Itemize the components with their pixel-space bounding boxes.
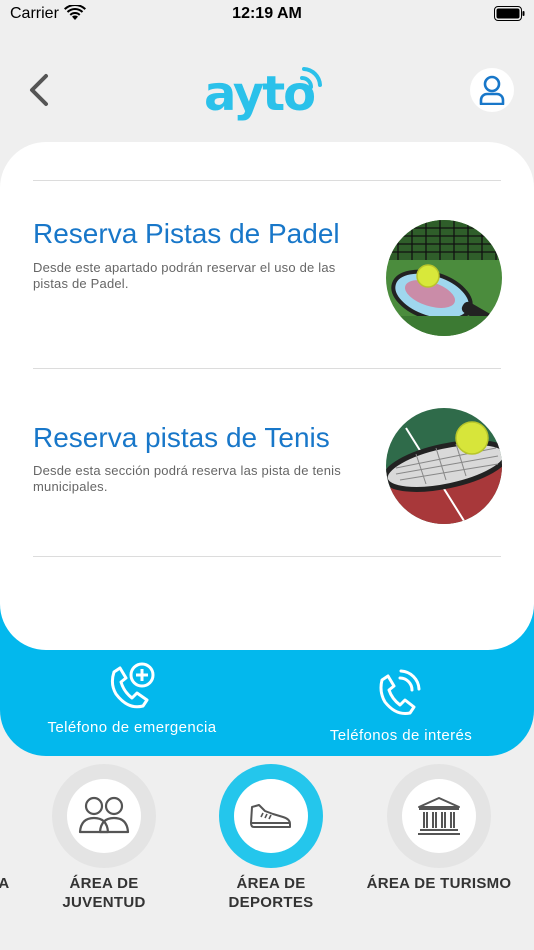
- divider: [33, 180, 501, 181]
- item-description: Desde esta sección podrá reserva las pis…: [33, 463, 341, 494]
- app-header: ayto: [0, 50, 534, 140]
- user-icon: [479, 75, 505, 105]
- back-button[interactable]: [26, 68, 56, 112]
- padel-image: [386, 220, 502, 336]
- app-screen: Carrier 12:19 AM ayto Reserva Pistas de …: [0, 0, 534, 950]
- chevron-left-icon: [30, 74, 48, 106]
- museum-icon: [418, 797, 460, 835]
- category-partial[interactable]: A: [0, 872, 12, 894]
- emergency-phone-button[interactable]: Teléfono de emergencia: [40, 662, 224, 736]
- people-icon: [78, 796, 130, 834]
- category-label: A: [0, 875, 10, 892]
- battery-icon: [494, 6, 525, 21]
- divider: [33, 556, 501, 557]
- list-item-padel[interactable]: Reserva Pistas de Padel Desde este apart…: [33, 218, 502, 338]
- emergency-phone-label: Teléfono de emergencia: [47, 719, 217, 736]
- clock: 12:19 AM: [232, 5, 302, 22]
- logo-text: ayto: [204, 66, 314, 122]
- item-description: Desde este apartado podrán reservar el u…: [33, 260, 336, 291]
- profile-button[interactable]: [470, 68, 514, 112]
- tennis-image: [386, 408, 502, 524]
- services-card: Reserva Pistas de Padel Desde este apart…: [0, 142, 534, 650]
- category-circle: [52, 764, 156, 868]
- category-circle-active: [219, 764, 323, 868]
- interest-phones-label: Teléfonos de interés: [329, 727, 473, 744]
- status-bar: Carrier 12:19 AM: [0, 0, 534, 30]
- category-label: ÁREA DE DEPORTES: [228, 875, 314, 911]
- category-turismo[interactable]: ÁREA DE TURISMO: [362, 764, 516, 924]
- category-juventud[interactable]: ÁREA DE JUVENTUD: [50, 764, 158, 924]
- phone-plus-icon: [110, 662, 155, 709]
- divider: [33, 368, 501, 369]
- sneaker-icon: [250, 804, 291, 828]
- app-logo: ayto: [202, 60, 332, 124]
- item-title: Reserva Pistas de Padel: [33, 218, 340, 249]
- interest-phones-button[interactable]: Teléfonos de interés: [318, 666, 484, 744]
- category-label: ÁREA DE TURISMO: [366, 875, 512, 892]
- phone-ringing-icon: [379, 669, 421, 715]
- category-deportes[interactable]: ÁREA DE DEPORTES: [216, 764, 326, 924]
- category-label: ÁREA DE JUVENTUD: [62, 875, 146, 911]
- category-circle: [387, 764, 491, 868]
- list-item-tenis[interactable]: Reserva pistas de Tenis Desde esta secci…: [33, 408, 502, 528]
- item-title: Reserva pistas de Tenis: [33, 422, 330, 453]
